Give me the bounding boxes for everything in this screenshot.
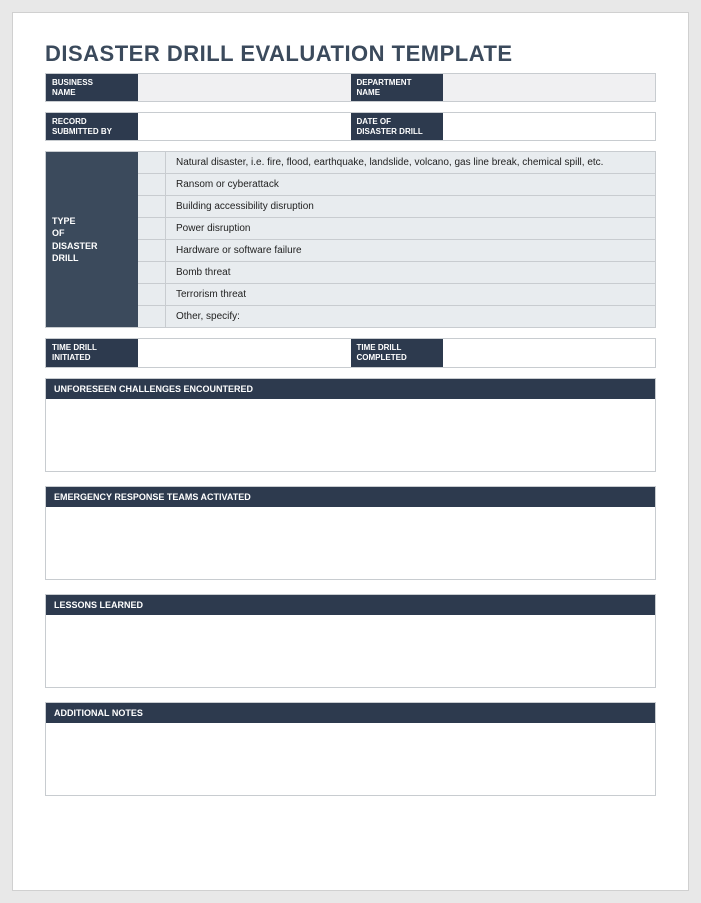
time-drill-completed-field[interactable]	[443, 339, 656, 366]
drill-type-table: TYPE OF DISASTER DRILL Natural disaster,…	[45, 151, 656, 328]
department-name-field[interactable]	[443, 74, 656, 101]
drill-option-check[interactable]	[138, 152, 166, 173]
drill-option-check[interactable]	[138, 262, 166, 283]
document-page: DISASTER DRILL EVALUATION TEMPLATE BUSIN…	[12, 12, 689, 891]
section-emergency-response: EMERGENCY RESPONSE TEAMS ACTIVATED	[45, 486, 656, 580]
time-drill-initiated-label: TIME DRILL INITIATED	[46, 339, 138, 366]
drill-option-check[interactable]	[138, 284, 166, 305]
business-name-label: BUSINESS NAME	[46, 74, 138, 101]
section-body[interactable]	[46, 399, 655, 471]
section-header: UNFORESEEN CHALLENGES ENCOUNTERED	[46, 379, 655, 399]
drill-option-check[interactable]	[138, 218, 166, 239]
drill-option-row: Terrorism threat	[138, 284, 655, 306]
drill-option-row: Power disruption	[138, 218, 655, 240]
date-of-drill-field[interactable]	[443, 113, 656, 140]
time-drill-initiated-field[interactable]	[138, 339, 351, 366]
drill-option-text: Building accessibility disruption	[166, 196, 655, 217]
business-name-field[interactable]	[138, 74, 351, 101]
section-body[interactable]	[46, 615, 655, 687]
drill-option-text: Terrorism threat	[166, 284, 655, 305]
drill-option-text: Natural disaster, i.e. fire, flood, eart…	[166, 152, 655, 173]
section-unforeseen-challenges: UNFORESEEN CHALLENGES ENCOUNTERED	[45, 378, 656, 472]
record-submitted-by-label: RECORD SUBMITTED BY	[46, 113, 138, 140]
drill-option-check[interactable]	[138, 196, 166, 217]
drill-type-label: TYPE OF DISASTER DRILL	[46, 152, 138, 327]
time-drill-completed-label: TIME DRILL COMPLETED	[351, 339, 443, 366]
row-time-drill: TIME DRILL INITIATED TIME DRILL COMPLETE…	[45, 338, 656, 367]
date-of-drill-label: DATE OF DISASTER DRILL	[351, 113, 443, 140]
section-lessons-learned: LESSONS LEARNED	[45, 594, 656, 688]
drill-option-text: Power disruption	[166, 218, 655, 239]
drill-option-text: Ransom or cyberattack	[166, 174, 655, 195]
row-record-date: RECORD SUBMITTED BY DATE OF DISASTER DRI…	[45, 112, 656, 141]
section-body[interactable]	[46, 723, 655, 795]
drill-option-text: Hardware or software failure	[166, 240, 655, 261]
drill-option-check[interactable]	[138, 306, 166, 327]
drill-option-row: Bomb threat	[138, 262, 655, 284]
department-name-label: DEPARTMENT NAME	[351, 74, 443, 101]
drill-option-check[interactable]	[138, 174, 166, 195]
section-additional-notes: ADDITIONAL NOTES	[45, 702, 656, 796]
page-title: DISASTER DRILL EVALUATION TEMPLATE	[45, 41, 656, 67]
section-header: ADDITIONAL NOTES	[46, 703, 655, 723]
drill-option-text: Other, specify:	[166, 306, 655, 327]
drill-option-row: Building accessibility disruption	[138, 196, 655, 218]
drill-option-row: Other, specify:	[138, 306, 655, 327]
drill-option-check[interactable]	[138, 240, 166, 261]
section-header: EMERGENCY RESPONSE TEAMS ACTIVATED	[46, 487, 655, 507]
drill-option-row: Ransom or cyberattack	[138, 174, 655, 196]
drill-option-text: Bomb threat	[166, 262, 655, 283]
row-business-dept: BUSINESS NAME DEPARTMENT NAME	[45, 73, 656, 102]
record-submitted-by-field[interactable]	[138, 113, 351, 140]
section-body[interactable]	[46, 507, 655, 579]
drill-type-options: Natural disaster, i.e. fire, flood, eart…	[138, 152, 655, 327]
drill-option-row: Hardware or software failure	[138, 240, 655, 262]
drill-option-row: Natural disaster, i.e. fire, flood, eart…	[138, 152, 655, 174]
section-header: LESSONS LEARNED	[46, 595, 655, 615]
